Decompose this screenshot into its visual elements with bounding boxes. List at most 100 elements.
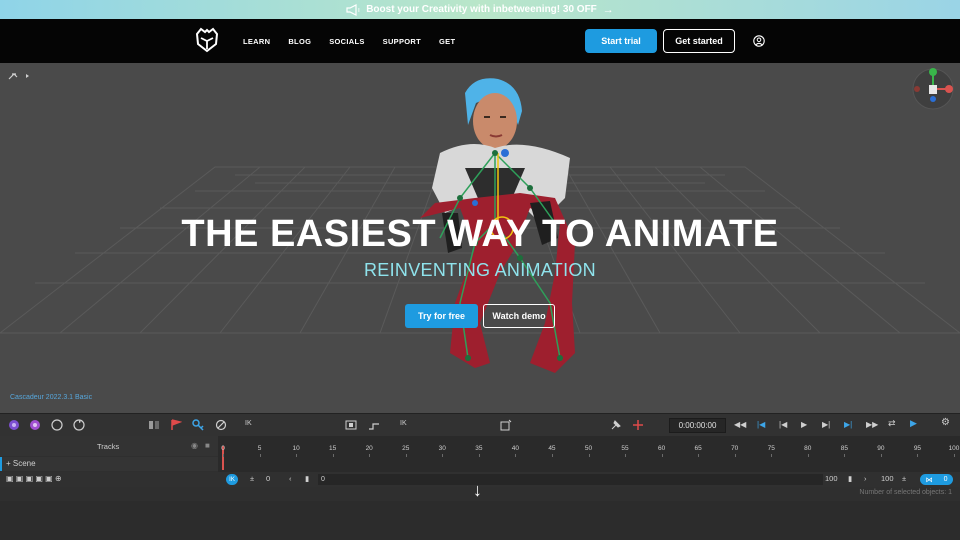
rewind-icon[interactable]: ◀◀ [734, 420, 746, 429]
promo-banner[interactable]: Boost your Creativity with inbetweening!… [0, 0, 960, 19]
key-icon[interactable] [192, 419, 204, 431]
timeline-tick [405, 454, 407, 457]
loop-icon[interactable] [29, 419, 41, 431]
next-icon[interactable]: › [864, 474, 867, 483]
timeline-tick [880, 454, 882, 457]
version-label: Cascadeur 2022.3.1 Basic [10, 394, 93, 401]
cascadeur-logo[interactable] [194, 27, 220, 53]
frame-end-value-2[interactable]: 100 [881, 474, 894, 483]
timeline-tick-label: 90 [877, 445, 885, 452]
pin-icon[interactable] [610, 419, 622, 431]
nav-socials[interactable]: SOCIALS [329, 37, 364, 46]
scene-track-row[interactable]: + Scene [0, 457, 218, 471]
lock-icon[interactable]: ■ [205, 441, 210, 450]
ik-label-2[interactable]: IK [400, 420, 407, 427]
hero-subtitle: REINVENTING ANIMATION [364, 260, 596, 280]
play-icon[interactable]: ▶ [801, 420, 807, 429]
hero-title: THE EASIEST WAY TO ANIMATE [181, 213, 779, 255]
frame-select-icon[interactable] [345, 419, 357, 431]
transform-icon[interactable] [500, 419, 512, 431]
timeline-tick-label: 70 [731, 445, 739, 452]
nav-get[interactable]: GET [439, 37, 455, 46]
timeline-tick [698, 454, 700, 457]
arrow-right-icon: → [602, 3, 614, 16]
tracks-panel: Tracks ◉ ■ + Scene 0 5 10 15 20 25 30 35 40 45 50 5… [0, 436, 960, 501]
timeline-tick-label: 20 [365, 445, 373, 452]
timeline-tick-label: 60 [657, 445, 666, 452]
mirror-icon[interactable] [148, 419, 160, 431]
settings-gear-icon[interactable]: ⚙ [941, 417, 950, 428]
prev-frame-icon[interactable]: |◀ [779, 420, 787, 429]
scene-label: + Scene [6, 459, 36, 468]
top-nav: LEARN BLOG SOCIALS SUPPORT GET Start tri… [0, 19, 960, 63]
timeline-tick [332, 454, 334, 457]
ik-label-1[interactable]: IK [245, 420, 252, 427]
timeline-tick-label: 75 [767, 445, 775, 452]
frame-start-value[interactable]: 0 [266, 474, 270, 483]
nav-links: LEARN BLOG SOCIALS SUPPORT GET [243, 19, 473, 63]
last-key-icon[interactable]: ▶| [844, 420, 852, 429]
pivot-icon[interactable] [632, 419, 644, 431]
play-range-icon[interactable]: ▶ [910, 418, 917, 429]
next-frame-icon[interactable]: ▶| [822, 420, 830, 429]
timeline-tick [625, 454, 627, 457]
get-started-button[interactable]: Get started [663, 29, 735, 53]
timeline-tick [734, 454, 736, 457]
frame-counter-toggle[interactable]: ⋈ 0 [920, 474, 953, 485]
timeline-tick-label: 5 [257, 445, 262, 452]
plus-minus-icon[interactable]: ± [250, 474, 254, 483]
viewport-tool-icon[interactable] [8, 71, 30, 81]
timeline-tick-label: 100 [948, 445, 960, 452]
timeline-tick [478, 454, 480, 457]
prev-icon[interactable]: ‹ [289, 474, 292, 483]
timecode-display[interactable]: 0:00:00:00 [669, 418, 726, 433]
timeline-tick [917, 454, 919, 457]
watch-demo-button[interactable]: Watch demo [483, 304, 555, 328]
timeline-tick [369, 454, 371, 457]
timeline-tick-label: 35 [475, 445, 483, 452]
frame-end-value[interactable]: 100 [825, 474, 838, 483]
user-icon[interactable] [753, 35, 765, 47]
ik-toggle-icon[interactable]: IK [226, 474, 238, 485]
timeline-tick-label: 45 [548, 445, 556, 452]
frame-range-field[interactable]: 0 [318, 474, 823, 485]
timeline-tick-label: 95 [913, 445, 922, 452]
timeline-ruler[interactable]: 0 5 10 15 20 25 30 35 40 45 50 55 60 65 70 75 80 85 90 95 10… [218, 436, 960, 472]
nav-blog[interactable]: BLOG [288, 37, 311, 46]
track-tools-icons[interactable]: ▣ ▣ ▣ ▣ ▣ ⊕ [6, 474, 62, 483]
range-icon: ⋈ [925, 476, 933, 484]
promo-text: Boost your Creativity with inbetweening!… [366, 4, 597, 15]
timeline-tick-label: 30 [438, 445, 446, 452]
disable-icon[interactable] [215, 419, 227, 431]
timeline-tick [661, 454, 663, 457]
selection-status: Number of selected objects: 1 [859, 489, 952, 496]
timeline-tick [954, 454, 955, 457]
refresh-icon[interactable] [73, 419, 85, 431]
first-key-icon[interactable]: |◀ [757, 420, 765, 429]
timeline-tick [223, 454, 224, 457]
flag-icon[interactable] [170, 419, 182, 431]
nav-learn[interactable]: LEARN [243, 37, 270, 46]
tracks-title: Tracks [97, 442, 120, 451]
pause-icon[interactable]: ▮ [305, 474, 309, 483]
interpolate-icon[interactable] [51, 419, 63, 431]
repeat-icon[interactable]: ⇄ [888, 418, 896, 429]
timeline-tick-label: 40 [511, 445, 520, 452]
timeline-tick [844, 454, 846, 457]
timeline-tick [259, 454, 261, 457]
start-trial-button[interactable]: Start trial [585, 29, 657, 53]
scroll-down-arrow-icon[interactable]: ↓ [473, 480, 482, 501]
timeline-tick-label: 10 [292, 445, 300, 452]
plus-minus-icon-2[interactable]: ± [902, 474, 906, 483]
try-for-free-button[interactable]: Try for free [405, 304, 478, 328]
3d-viewport[interactable]: THE EASIEST WAY TO ANIMATE REINVENTING A… [0, 63, 960, 413]
editor-toolbar: IK IK 0:00:00:00 ◀◀ |◀ |◀ ▶ ▶| ▶| ▶▶ ⇄ ▶… [0, 413, 960, 436]
record-icon[interactable] [8, 419, 20, 431]
visibility-icon[interactable]: ◉ [191, 441, 198, 450]
nav-support[interactable]: SUPPORT [383, 37, 421, 46]
step-icon[interactable] [368, 419, 380, 431]
axis-gizmo-icon[interactable] [908, 65, 958, 111]
timeline-tick [551, 454, 553, 457]
fast-forward-icon[interactable]: ▶▶ [866, 420, 878, 429]
pause-icon-2[interactable]: ▮ [848, 474, 852, 483]
